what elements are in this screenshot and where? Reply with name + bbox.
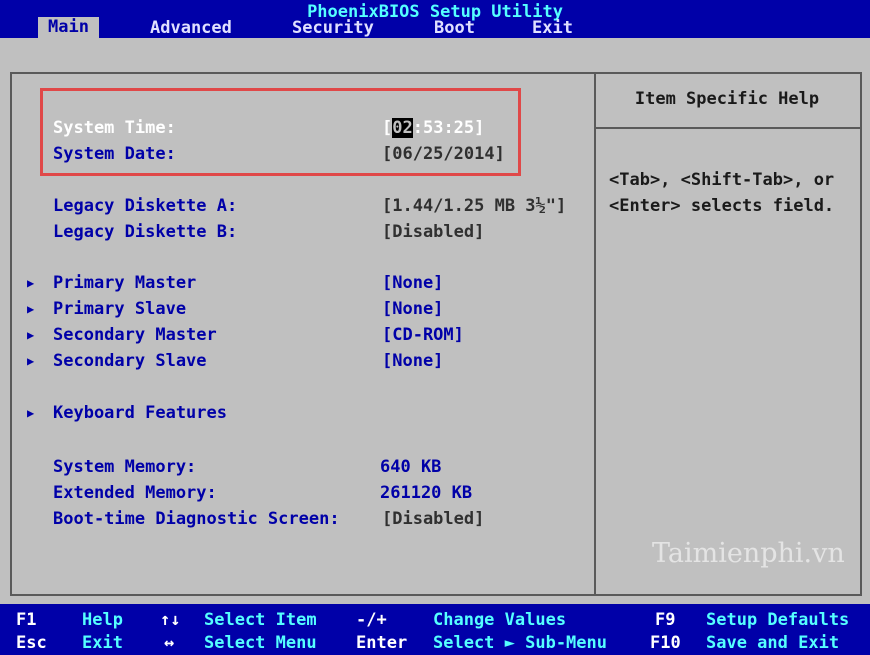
menu-advanced[interactable]: Advanced <box>150 18 232 38</box>
menu-exit[interactable]: Exit <box>532 18 573 38</box>
panel-divider <box>594 72 596 596</box>
secondary-slave-value: [None] <box>382 351 444 371</box>
system-time-label[interactable]: System Time: <box>53 118 176 138</box>
text-cursor[interactable]: 02 <box>392 118 413 138</box>
triangle-right-icon: ▶ <box>27 406 35 420</box>
triangle-right-icon: ▶ <box>27 328 35 342</box>
f10-key: F10 <box>650 633 681 653</box>
f1-desc: Help <box>82 610 123 630</box>
triangle-right-icon: ▶ <box>27 302 35 316</box>
updown-desc: Select Item <box>204 610 317 630</box>
f9-desc: Setup Defaults <box>706 610 850 630</box>
help-line-2: <Enter> selects field. <box>609 196 835 216</box>
esc-desc: Exit <box>82 633 123 653</box>
primary-master-value: [None] <box>382 273 444 293</box>
diskette-a-label[interactable]: Legacy Diskette A: <box>53 196 237 216</box>
system-memory-value: 640 KB <box>380 457 442 477</box>
extended-memory-label: Extended Memory: <box>53 483 217 503</box>
title-bar: PhoenixBIOS Setup Utility Main Advanced … <box>0 0 870 38</box>
system-time-open: [ <box>382 118 393 138</box>
help-line-1: <Tab>, <Shift-Tab>, or <box>609 170 835 190</box>
menu-bar: Main Advanced Security Boot Exit <box>0 17 870 38</box>
esc-key: Esc <box>16 633 47 653</box>
f9-key: F9 <box>655 610 676 630</box>
menu-boot[interactable]: Boot <box>434 18 475 38</box>
system-time-field[interactable]: [02:53:25] <box>382 118 484 138</box>
system-time-rest: :53:25] <box>412 118 485 138</box>
f10-desc: Save and Exit <box>706 633 840 653</box>
boot-diagnostic-label[interactable]: Boot-time Diagnostic Screen: <box>53 509 340 529</box>
menu-security[interactable]: Security <box>292 18 374 38</box>
enter-desc: Select ► Sub-Menu <box>433 633 607 653</box>
system-date-value[interactable]: [06/25/2014] <box>382 144 505 164</box>
footer-bar: F1 Help ↑↓ Select Item -/+ Change Values… <box>0 604 870 655</box>
menu-main[interactable]: Main <box>38 17 99 38</box>
diskette-b-value[interactable]: [Disabled] <box>382 222 484 242</box>
minusplus-desc: Change Values <box>433 610 567 630</box>
secondary-slave-label[interactable]: Secondary Slave <box>53 351 207 371</box>
f1-key: F1 <box>16 610 37 630</box>
diskette-b-label[interactable]: Legacy Diskette B: <box>53 222 237 242</box>
leftright-desc: Select Menu <box>204 633 317 653</box>
secondary-master-value: [CD-ROM] <box>382 325 464 345</box>
boot-diagnostic-value[interactable]: [Disabled] <box>382 509 484 529</box>
system-memory-label: System Memory: <box>53 457 197 477</box>
minus-plus-key: -/+ <box>356 610 387 630</box>
system-date-label[interactable]: System Date: <box>53 144 176 164</box>
help-title: Item Specific Help <box>634 89 820 109</box>
left-right-arrow-icon: ↔ <box>164 633 175 653</box>
diskette-a-value[interactable]: [1.44/1.25 MB 3½"] <box>382 196 566 216</box>
help-separator <box>596 127 860 129</box>
primary-master-label[interactable]: Primary Master <box>53 273 196 293</box>
triangle-right-icon: ▶ <box>27 276 35 290</box>
primary-slave-label[interactable]: Primary Slave <box>53 299 186 319</box>
enter-key: Enter <box>356 633 408 653</box>
extended-memory-value: 261120 KB <box>380 483 473 503</box>
up-down-arrows-icon: ↑↓ <box>160 610 181 630</box>
triangle-right-icon: ▶ <box>27 354 35 368</box>
primary-slave-value: [None] <box>382 299 444 319</box>
watermark: Taimienphi.vn <box>652 538 845 569</box>
secondary-master-label[interactable]: Secondary Master <box>53 325 217 345</box>
keyboard-features-label[interactable]: Keyboard Features <box>53 403 227 423</box>
